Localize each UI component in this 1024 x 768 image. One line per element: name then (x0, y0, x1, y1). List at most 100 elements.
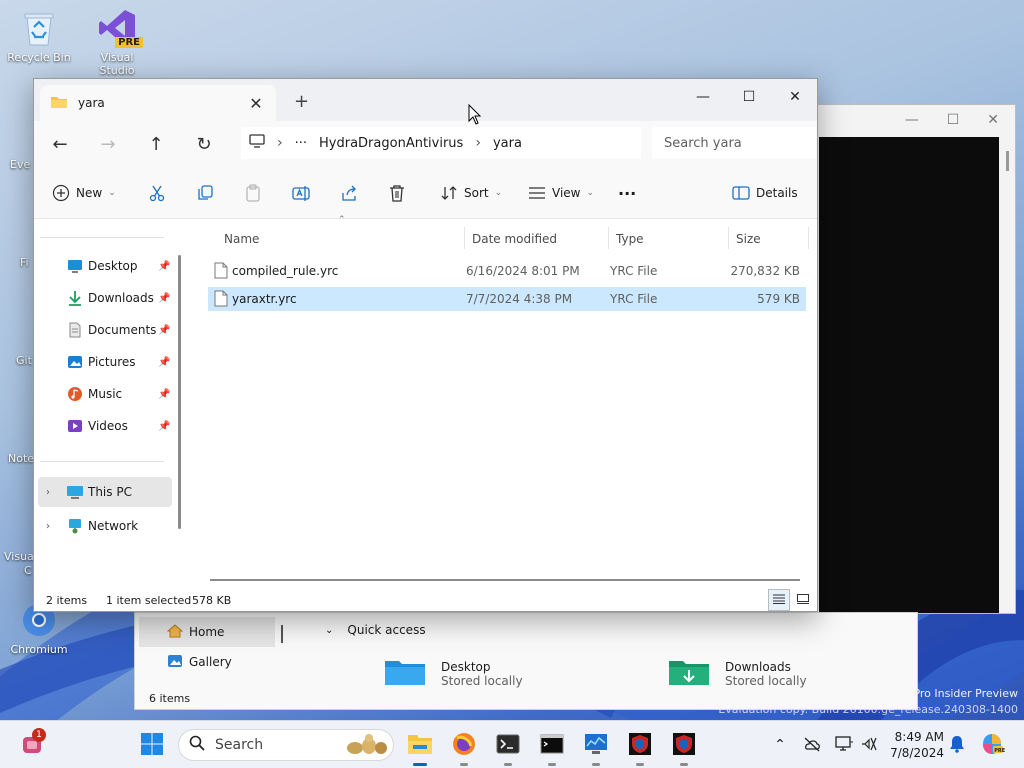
close-tab-icon[interactable]: ✕ (246, 94, 266, 113)
column-divider[interactable] (728, 227, 729, 249)
nav-item-documents[interactable]: Documents 📌 (34, 315, 174, 345)
pin-icon[interactable]: 📌 (158, 421, 170, 432)
paste-button[interactable] (244, 181, 262, 205)
close-button[interactable]: ✕ (772, 83, 818, 111)
taskbar-search[interactable]: Search (178, 729, 394, 761)
taskbar-app-file-explorer[interactable] (404, 729, 436, 766)
system-clock[interactable]: 8:49 AM 7/8/2024 (884, 729, 944, 761)
search-box[interactable] (652, 127, 816, 159)
file-date: 6/16/2024 8:01 PM (466, 264, 580, 278)
console-scrollbar[interactable] (1006, 151, 1009, 171)
pin-icon[interactable]: 📌 (158, 389, 170, 400)
column-divider[interactable] (608, 227, 609, 249)
copy-button[interactable] (196, 181, 214, 205)
breadcrumb-overflow[interactable]: ··· (295, 136, 307, 151)
rename-button[interactable] (292, 181, 310, 205)
quick-access-tile-desktop[interactable]: Desktop Stored locally (383, 657, 523, 690)
taskbar-app-command-prompt[interactable] (536, 729, 568, 766)
new-label: New (76, 186, 103, 200)
breadcrumb-item[interactable]: HydraDragonAntivirus (319, 136, 463, 151)
minimize-button[interactable]: — (680, 83, 726, 111)
copilot-button[interactable]: PRE (976, 729, 1008, 761)
preview-badge: PRE (115, 37, 143, 48)
delete-button[interactable] (388, 181, 406, 205)
horizontal-scrollbar[interactable] (210, 579, 800, 581)
tray-icon-network-volume[interactable] (858, 729, 880, 761)
folder-icon (50, 95, 68, 112)
tray-icon-cloud-off[interactable] (800, 729, 824, 761)
nav-divider (40, 237, 164, 238)
bg-nav-gallery[interactable]: Gallery (135, 647, 289, 677)
taskbar-app-monitor[interactable] (580, 729, 612, 766)
background-console-window[interactable]: — ☐ ✕ (816, 104, 1016, 614)
view-button[interactable]: View ⌄ (528, 181, 594, 205)
pin-icon[interactable]: 📌 (158, 357, 170, 368)
tab-title: yara (78, 96, 105, 110)
file-explorer-window[interactable]: yara ✕ + — ☐ ✕ ← → ↑ ↻ › ··· HydraDragon… (33, 78, 818, 612)
visual-studio-icon: PRE (97, 8, 143, 48)
nav-item-videos[interactable]: Videos 📌 (34, 411, 174, 441)
column-header-type[interactable]: Type (616, 225, 644, 253)
refresh-icon: ↻ (196, 133, 212, 155)
console-screen[interactable] (819, 137, 999, 613)
nav-item-desktop[interactable]: Desktop 📌 (34, 251, 174, 281)
nav-item-pictures[interactable]: Pictures 📌 (34, 347, 174, 377)
tab-yara[interactable]: yara ✕ (40, 85, 276, 121)
desktop-icon-label: Visual Studio (99, 51, 135, 77)
start-button[interactable] (136, 729, 168, 761)
nav-item-music[interactable]: Music 📌 (34, 379, 174, 409)
pin-icon[interactable]: 📌 (158, 293, 170, 304)
details-view-button[interactable] (768, 589, 790, 611)
details-pane-button[interactable]: Details (732, 181, 798, 205)
search-input[interactable] (664, 135, 804, 151)
desktop-icon-visual-studio[interactable]: PRE Visual Studio (82, 8, 152, 77)
quick-access-header[interactable]: ⌄ Quick access (325, 623, 426, 637)
taskbar-app-terminal[interactable] (492, 729, 524, 766)
notifications-button[interactable] (946, 729, 968, 761)
maximize-button[interactable]: ☐ (726, 83, 772, 111)
tray-icon-display[interactable] (832, 729, 856, 761)
close-icon[interactable]: ✕ (987, 112, 999, 128)
up-button[interactable]: ↑ (142, 131, 170, 157)
bg-nav-label: Gallery (189, 655, 232, 669)
command-prompt-icon (540, 734, 564, 757)
bg-nav-home[interactable]: Home (139, 617, 275, 647)
tiles-view-button[interactable] (792, 589, 814, 611)
running-indicator (636, 763, 644, 766)
nav-item-network[interactable]: › Network (34, 511, 174, 541)
column-header-name[interactable]: Name (224, 225, 259, 253)
column-divider[interactable] (464, 227, 465, 249)
sort-button[interactable]: Sort ⌄ (440, 181, 502, 205)
nav-item-this-pc[interactable]: › This PC (38, 477, 172, 507)
new-button[interactable]: New ⌄ (52, 181, 116, 205)
watermark-line: Pro Insider Preview (913, 687, 1018, 700)
arrow-up-icon: ↑ (148, 133, 164, 155)
back-button[interactable]: ← (46, 131, 74, 157)
maximize-icon[interactable]: ☐ (947, 112, 960, 128)
address-bar[interactable]: › ··· HydraDragonAntivirus › yara (241, 127, 641, 159)
column-divider[interactable] (808, 227, 809, 249)
taskbar-app-hydradragon[interactable] (624, 729, 656, 766)
pin-icon[interactable]: 📌 (158, 261, 170, 272)
nav-item-downloads[interactable]: Downloads 📌 (34, 283, 174, 313)
share-button[interactable] (340, 181, 358, 205)
show-hidden-icons-button[interactable]: ⌃ (770, 729, 790, 761)
cut-button[interactable] (148, 181, 166, 205)
breadcrumb-item[interactable]: yara (493, 136, 522, 151)
forward-button[interactable]: → (94, 131, 122, 157)
new-tab-button[interactable]: + (294, 91, 309, 112)
table-row[interactable]: compiled_rule.yrc 6/16/2024 8:01 PM YRC Fi… (208, 259, 806, 283)
column-header-size[interactable]: Size (736, 225, 761, 253)
table-row[interactable]: yaraxtr.yrc 7/7/2024 4:38 PM YRC File 579 K… (208, 287, 806, 311)
desktop-icon-recycle-bin[interactable]: Recycle Bin (4, 8, 74, 64)
rename-icon (292, 184, 310, 202)
taskbar-app-firefox[interactable] (448, 729, 480, 766)
refresh-button[interactable]: ↻ (190, 131, 218, 157)
pin-icon[interactable]: 📌 (158, 325, 170, 336)
column-header-date[interactable]: Date modified (472, 225, 557, 253)
minimize-icon[interactable]: — (905, 112, 919, 128)
chevron-down-icon: ⌄ (494, 188, 503, 198)
taskbar-app-hydradragon-2[interactable] (668, 729, 700, 766)
nav-scrollbar[interactable] (178, 255, 181, 529)
more-options-button[interactable]: ··· (618, 181, 636, 205)
